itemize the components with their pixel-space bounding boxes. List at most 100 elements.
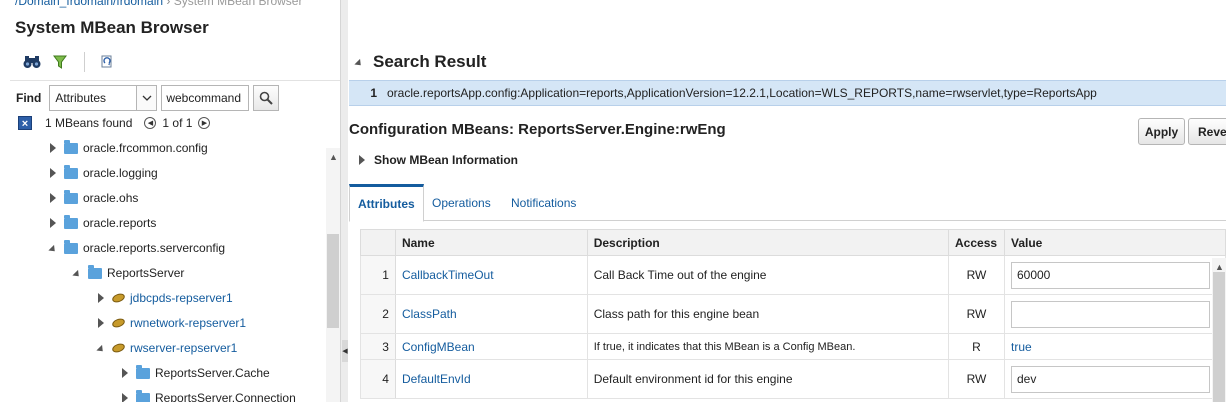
attribute-name-link[interactable]: DefaultEnvId xyxy=(402,372,471,386)
tab-operations[interactable]: Operations xyxy=(424,184,499,221)
tree-node-label[interactable]: ReportsServer.Connection xyxy=(155,391,296,402)
attribute-value-input[interactable] xyxy=(1010,300,1210,328)
triangle-shape xyxy=(50,168,56,178)
find-bar: Find Attributes xyxy=(16,84,280,111)
refresh-tree-icon[interactable] xyxy=(95,51,119,73)
tree-node-label[interactable]: oracle.reports.serverconfig xyxy=(83,241,225,255)
chevron-up-icon[interactable]: ▲ xyxy=(329,152,338,162)
attribute-name-link[interactable]: CallbackTimeOut xyxy=(402,268,494,282)
collapse-panel-icon[interactable]: ◀ xyxy=(342,340,348,362)
collapsed-triangle-icon[interactable] xyxy=(120,393,130,402)
collapsed-triangle-icon[interactable] xyxy=(96,293,106,303)
tree-node[interactable]: oracle.frcommon.config xyxy=(48,138,208,158)
page-title: System MBean Browser xyxy=(15,18,209,37)
tree-node[interactable]: oracle.reports.serverconfig xyxy=(48,238,225,258)
tab-attributes[interactable]: Attributes xyxy=(349,184,424,222)
tree-node[interactable]: rwnetwork-repserver1 xyxy=(96,313,246,333)
tree-node-label[interactable]: oracle.reports xyxy=(83,216,156,230)
show-mbean-info-toggle[interactable]: Show MBean Information xyxy=(359,153,518,167)
tree-node-label[interactable]: oracle.logging xyxy=(83,166,158,180)
folder-icon xyxy=(88,264,102,279)
attribute-value-readonly: true xyxy=(1010,339,1032,354)
tree-node[interactable]: oracle.ohs xyxy=(48,188,138,208)
collapsed-triangle-icon[interactable] xyxy=(48,168,58,178)
collapsed-triangle-icon[interactable] xyxy=(48,218,58,228)
tree-node-label[interactable]: rwserver-repserver1 xyxy=(130,341,237,355)
revert-button[interactable]: Reve xyxy=(1188,118,1226,145)
collapse-triangle-icon[interactable] xyxy=(354,58,364,68)
row-number: 3 xyxy=(360,333,396,360)
breadcrumb-separator: › xyxy=(166,0,171,8)
result-mbean-name[interactable]: oracle.reportsApp.config:Application=rep… xyxy=(387,86,1097,100)
table-scrollbar[interactable]: ▲ xyxy=(1212,258,1226,402)
attribute-name-link[interactable]: ConfigMBean xyxy=(402,340,475,354)
column-header-description[interactable]: Description xyxy=(586,229,950,256)
breadcrumb-current: System MBean Browser xyxy=(173,0,303,8)
chevron-down-icon[interactable] xyxy=(136,85,157,110)
previous-result-button[interactable]: ◀ xyxy=(144,117,157,129)
tab-notifications[interactable]: Notifications xyxy=(503,184,584,221)
column-header-rownum xyxy=(360,229,396,256)
tree-node-label[interactable]: oracle.ohs xyxy=(83,191,138,205)
table-row[interactable]: 4 DefaultEnvId Default environment id fo… xyxy=(360,359,1226,399)
tree-node-label[interactable]: ReportsServer.Cache xyxy=(155,366,270,380)
triangle-shape xyxy=(72,269,82,279)
close-icon[interactable]: × xyxy=(18,116,32,130)
triangle-shape xyxy=(122,393,128,402)
table-row[interactable]: 1 CallbackTimeOut Call Back Time out of … xyxy=(360,255,1226,295)
mbean-tree: oracle.frcommon.config oracle.logging orac… xyxy=(0,138,326,402)
tree-node[interactable]: oracle.reports xyxy=(48,213,156,233)
column-header-value[interactable]: Value xyxy=(1003,229,1226,256)
filter-icon[interactable] xyxy=(48,51,72,73)
attribute-name-link[interactable]: ClassPath xyxy=(402,307,457,321)
tree-node-label[interactable]: ReportsServer xyxy=(107,266,184,280)
collapsed-triangle-icon[interactable] xyxy=(48,193,58,203)
panel-splitter[interactable]: ◀ xyxy=(340,0,348,402)
scrollbar-thumb[interactable] xyxy=(327,234,339,328)
collapsed-triangle-icon[interactable] xyxy=(96,318,106,328)
attribute-value-input[interactable] xyxy=(1010,261,1210,289)
search-icon xyxy=(260,91,274,105)
mbean-icon xyxy=(111,317,126,329)
binoculars-icon[interactable] xyxy=(20,51,44,73)
expanded-triangle-icon[interactable] xyxy=(72,268,82,279)
tree-node[interactable]: jdbcpds-repserver1 xyxy=(96,288,233,308)
scrollbar-thumb[interactable] xyxy=(1213,272,1225,402)
expanded-triangle-icon[interactable] xyxy=(96,343,106,354)
expand-triangle-icon[interactable] xyxy=(359,155,365,165)
collapsed-triangle-icon[interactable] xyxy=(48,143,58,153)
tree-node[interactable]: ReportsServer xyxy=(72,263,184,283)
tree-node[interactable]: oracle.logging xyxy=(48,163,158,183)
search-result-title: Search Result xyxy=(373,52,487,71)
find-scope-select[interactable]: Attributes xyxy=(49,84,158,111)
folder-icon xyxy=(64,214,78,229)
search-button[interactable] xyxy=(253,84,280,111)
column-header-name[interactable]: Name xyxy=(394,229,588,256)
breadcrumb-domain-link[interactable]: /Domain_frdomain/frdomain xyxy=(15,0,163,8)
attribute-value-input[interactable] xyxy=(1010,365,1210,393)
tree-node[interactable]: ReportsServer.Connection xyxy=(120,388,296,402)
tree-node[interactable]: rwserver-repserver1 xyxy=(96,338,237,358)
find-input[interactable] xyxy=(161,84,250,111)
table-row[interactable]: 2 ClassPath Class path for this engine b… xyxy=(360,294,1226,334)
next-result-button[interactable]: ▶ xyxy=(198,117,211,129)
toolbar-divider xyxy=(84,52,85,72)
search-result-row[interactable]: 1 oracle.reportsApp.config:Application=r… xyxy=(349,80,1226,106)
expanded-triangle-icon[interactable] xyxy=(48,243,58,254)
tree-scrollbar[interactable]: ▲ xyxy=(326,148,340,402)
tree-node[interactable]: ReportsServer.Cache xyxy=(120,363,270,383)
table-row[interactable]: 3 ConfigMBean If true, it indicates that… xyxy=(360,333,1226,360)
results-count: 1 MBeans found xyxy=(45,116,133,130)
tree-node-label[interactable]: oracle.frcommon.config xyxy=(83,141,208,155)
chevron-up-icon[interactable]: ▲ xyxy=(1215,262,1224,272)
row-number: 1 xyxy=(360,255,396,295)
tree-node-label[interactable]: jdbcpds-repserver1 xyxy=(130,291,233,305)
show-mbean-info-label: Show MBean Information xyxy=(374,153,518,167)
results-page: 1 of 1 xyxy=(162,116,193,130)
search-result-header[interactable]: Search Result xyxy=(354,52,487,72)
triangle-shape xyxy=(50,218,56,228)
apply-button[interactable]: Apply xyxy=(1138,118,1185,145)
collapsed-triangle-icon[interactable] xyxy=(120,368,130,378)
column-header-access[interactable]: Access xyxy=(948,229,1005,256)
tree-node-label[interactable]: rwnetwork-repserver1 xyxy=(130,316,246,330)
